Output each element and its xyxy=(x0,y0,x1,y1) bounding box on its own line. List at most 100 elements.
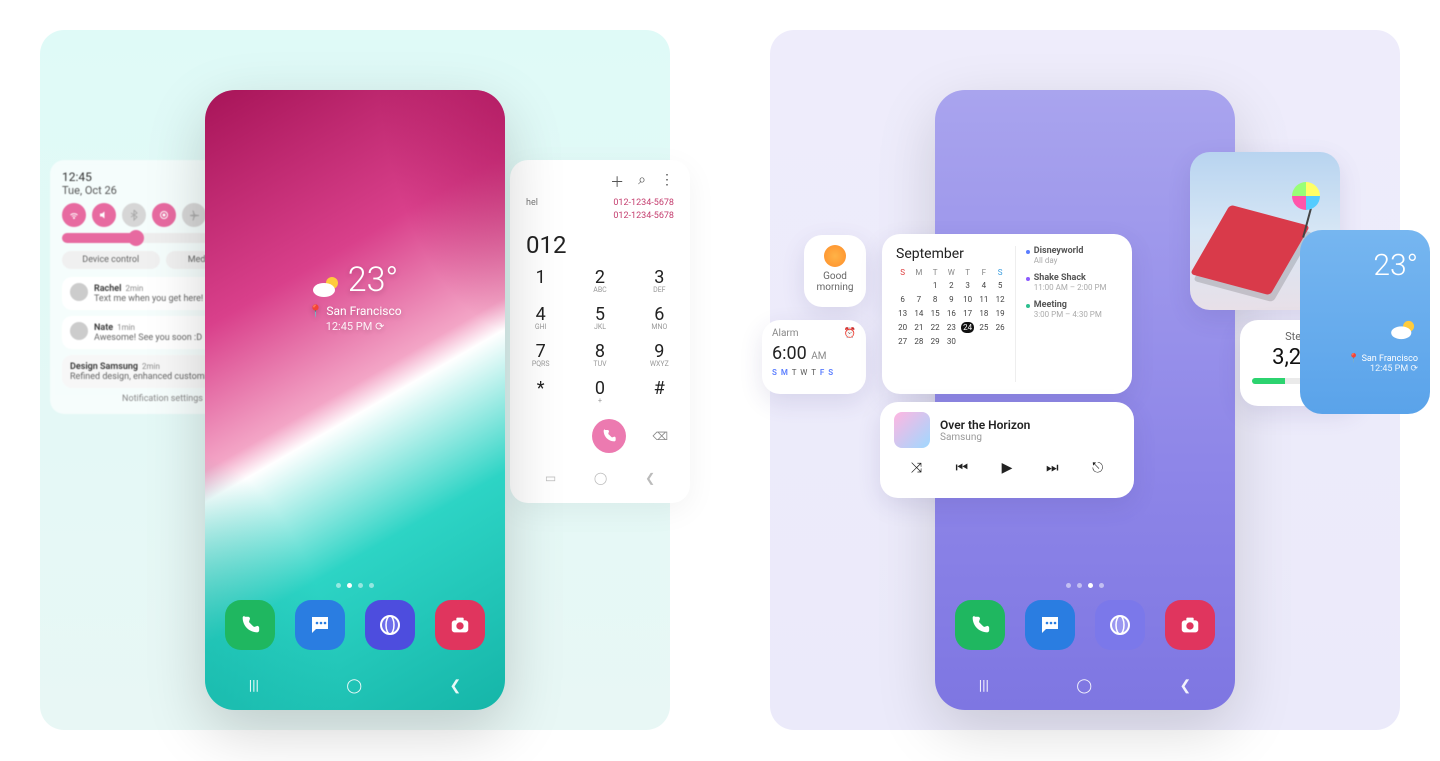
calendar-day[interactable]: 25 xyxy=(977,322,990,333)
sound-toggle[interactable] xyxy=(92,203,116,227)
airplane-toggle[interactable] xyxy=(182,203,206,227)
calendar-day[interactable]: 15 xyxy=(928,308,941,319)
weather-icon xyxy=(1312,319,1418,346)
messages-app-icon[interactable] xyxy=(295,600,345,650)
calendar-day[interactable]: 27 xyxy=(896,336,909,347)
calendar-day[interactable]: 20 xyxy=(896,322,909,333)
nav-recents-icon[interactable]: ▭ xyxy=(545,471,556,485)
good-morning-widget[interactable]: Good morning xyxy=(804,235,866,307)
calendar-event[interactable]: Meeting3:00 PM – 4:30 PM xyxy=(1026,300,1118,319)
calendar-widget[interactable]: September SMTWTFS12345678910111213141516… xyxy=(882,234,1132,394)
avatar xyxy=(70,322,88,340)
calendar-day[interactable]: 29 xyxy=(928,336,941,347)
phone-mockup-left: 23° 📍 San Francisco 12:45 PM ⟳ ||| ◯ ❮ xyxy=(205,90,505,710)
avatar xyxy=(70,283,88,301)
calendar-day[interactable]: 24 xyxy=(961,322,974,333)
calendar-day[interactable]: 28 xyxy=(912,336,925,347)
contact-name[interactable]: hel xyxy=(526,198,538,208)
prev-icon[interactable]: ⏮ xyxy=(956,460,969,476)
time-label: 12:45 PM ⟳ xyxy=(205,320,505,333)
calendar-day[interactable]: 26 xyxy=(993,322,1006,333)
calendar-day[interactable]: 6 xyxy=(896,294,909,305)
nav-recents-icon[interactable]: ||| xyxy=(979,678,989,694)
calendar-day[interactable]: 13 xyxy=(896,308,909,319)
nav-back-icon[interactable]: ❮ xyxy=(450,678,462,694)
dial-key[interactable]: 5JKL xyxy=(585,304,614,331)
calendar-day[interactable]: 3 xyxy=(961,280,974,291)
weather-widget[interactable]: 23° 📍 San Francisco 12:45 PM ⟳ xyxy=(205,260,505,333)
calendar-day[interactable]: 5 xyxy=(993,280,1006,291)
calendar-day[interactable]: 22 xyxy=(928,322,941,333)
calendar-day[interactable]: 18 xyxy=(977,308,990,319)
nav-home-icon[interactable]: ◯ xyxy=(1076,678,1092,694)
calendar-day[interactable]: 2 xyxy=(945,280,958,291)
alarm-icon: ⏰ xyxy=(844,328,856,339)
nav-home-icon[interactable]: ◯ xyxy=(346,678,362,694)
calendar-day xyxy=(896,280,909,291)
location-label: 📍 San Francisco xyxy=(205,304,505,318)
dial-key[interactable]: 1 xyxy=(526,267,555,294)
dial-key[interactable]: 8TUV xyxy=(585,341,614,368)
dial-key[interactable]: 6MNO xyxy=(645,304,674,331)
track-title: Over the Horizon xyxy=(940,418,1030,432)
phone-app-icon[interactable] xyxy=(955,600,1005,650)
dial-key[interactable]: 2ABC xyxy=(585,267,614,294)
browser-app-icon[interactable] xyxy=(365,600,415,650)
dial-key[interactable]: 0+ xyxy=(585,378,614,405)
alarm-days: S M T W T F S xyxy=(772,368,856,377)
bluetooth-toggle[interactable] xyxy=(122,203,146,227)
next-icon[interactable]: ⏭ xyxy=(1046,460,1059,476)
camera-app-icon[interactable] xyxy=(1165,600,1215,650)
dial-key[interactable]: 3DEF xyxy=(645,267,674,294)
calendar-day[interactable]: 16 xyxy=(945,308,958,319)
weather-widget[interactable]: 23° 📍 San Francisco 12:45 PM ⟳ xyxy=(1300,230,1430,414)
dial-entry: 012 xyxy=(526,231,674,259)
search-icon[interactable]: ⌕ xyxy=(638,172,646,192)
nav-back-icon[interactable]: ❮ xyxy=(1180,678,1192,694)
notif-sender: Design Samsung xyxy=(70,362,138,372)
calendar-day[interactable]: 17 xyxy=(961,308,974,319)
shuffle-icon[interactable]: ⤨ xyxy=(911,460,922,476)
play-icon[interactable]: ▶ xyxy=(1002,460,1013,476)
music-widget[interactable]: Over the Horizon Samsung ⤨ ⏮ ▶ ⏭ ⎋ xyxy=(880,402,1134,498)
album-art xyxy=(894,412,930,448)
calendar-day[interactable]: 21 xyxy=(912,322,925,333)
calendar-day[interactable]: 11 xyxy=(977,294,990,305)
calendar-day[interactable]: 12 xyxy=(993,294,1006,305)
nav-back-icon[interactable]: ❮ xyxy=(645,471,655,485)
calendar-day[interactable]: 10 xyxy=(961,294,974,305)
rotate-toggle[interactable] xyxy=(152,203,176,227)
calendar-day[interactable]: 23 xyxy=(945,322,958,333)
wifi-toggle[interactable] xyxy=(62,203,86,227)
backspace-icon[interactable]: ⌫ xyxy=(652,430,668,443)
calendar-event[interactable]: Shake Shack11:00 AM – 2:00 PM xyxy=(1026,273,1118,292)
device-icon[interactable]: ⎋ xyxy=(1092,460,1103,476)
dial-key[interactable]: 7PQRS xyxy=(526,341,555,368)
calendar-day[interactable]: 19 xyxy=(993,308,1006,319)
calendar-day[interactable]: 1 xyxy=(928,280,941,291)
calendar-day[interactable]: 4 xyxy=(977,280,990,291)
phone-app-icon[interactable] xyxy=(225,600,275,650)
nav-home-icon[interactable]: ◯ xyxy=(594,471,607,485)
calendar-day[interactable]: 8 xyxy=(928,294,941,305)
alarm-widget[interactable]: Alarm⏰ 6:00 AM S M T W T F S xyxy=(762,320,866,394)
dial-key[interactable]: * xyxy=(526,378,555,405)
dial-key[interactable]: # xyxy=(645,378,674,405)
nav-recents-icon[interactable]: ||| xyxy=(249,678,259,694)
call-button[interactable] xyxy=(592,419,626,453)
calendar-day[interactable]: 14 xyxy=(912,308,925,319)
dial-key[interactable]: 9WXYZ xyxy=(645,341,674,368)
browser-app-icon[interactable] xyxy=(1095,600,1145,650)
calendar-day[interactable]: 7 xyxy=(912,294,925,305)
temperature: 23° xyxy=(348,260,399,300)
calendar-day[interactable]: 9 xyxy=(945,294,958,305)
calendar-event[interactable]: DisneyworldAll day xyxy=(1026,246,1118,265)
temperature: 23° xyxy=(1312,248,1418,283)
dial-key[interactable]: 4GHI xyxy=(526,304,555,331)
calendar-day[interactable]: 30 xyxy=(945,336,958,347)
camera-app-icon[interactable] xyxy=(435,600,485,650)
messages-app-icon[interactable] xyxy=(1025,600,1075,650)
add-icon[interactable]: ＋ xyxy=(610,172,624,192)
more-icon[interactable]: ⋮ xyxy=(660,172,674,192)
device-control-chip[interactable]: Device control xyxy=(62,251,160,269)
